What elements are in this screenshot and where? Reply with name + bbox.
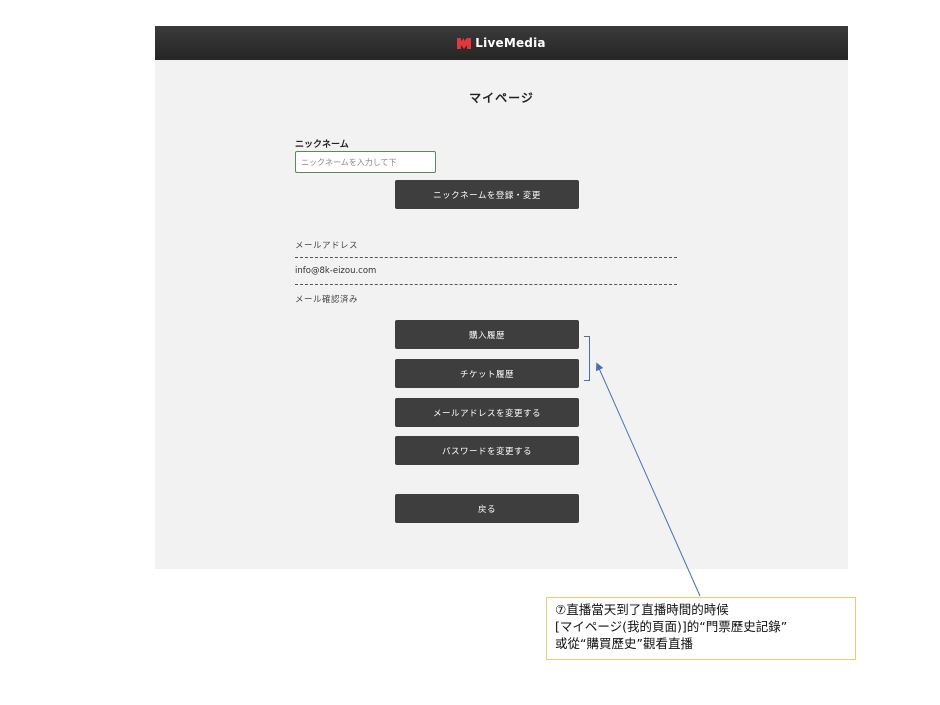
change-email-button[interactable]: メールアドレスを変更する (395, 398, 579, 427)
email-status: メール確認済み (295, 295, 359, 305)
register-nickname-button[interactable]: ニックネームを登録・変更 (395, 180, 579, 209)
nickname-label: ニックネーム (295, 140, 349, 150)
ticket-history-button[interactable]: チケット履歴 (395, 359, 579, 388)
annotation-line: [マイページ(我的頁面)]的“門票歷史記錄” (555, 619, 788, 634)
header-bar: LiveMedia (155, 26, 848, 60)
email-label: メールアドレス (295, 241, 359, 251)
annotation-callout: ⑦直播當天到了直播時間的時候 [マイページ(我的頁面)]的“門票歷史記錄” 或從… (546, 597, 856, 660)
nickname-input[interactable] (295, 151, 436, 173)
brand[interactable]: LiveMedia (457, 36, 546, 50)
annotation-bracket (584, 336, 590, 381)
page-title: マイページ (469, 91, 534, 105)
purchase-history-button[interactable]: 購入履歴 (395, 320, 579, 349)
annotation-line: 或從“購買歷史”觀看直播 (555, 636, 693, 651)
divider (295, 257, 677, 258)
annotation-line: ⑦直播當天到了直播時間的時候 (555, 602, 729, 617)
change-password-button[interactable]: パスワードを変更する (395, 436, 579, 465)
brand-name: LiveMedia (475, 36, 546, 50)
livemedia-logo-icon (457, 38, 472, 49)
back-button[interactable]: 戻る (395, 494, 579, 523)
email-value: info@8k-eizou.com (295, 266, 377, 276)
app-screen: LiveMedia マイページ ニックネーム ニックネームを登録・変更 メールア… (155, 26, 848, 569)
divider (295, 284, 677, 285)
